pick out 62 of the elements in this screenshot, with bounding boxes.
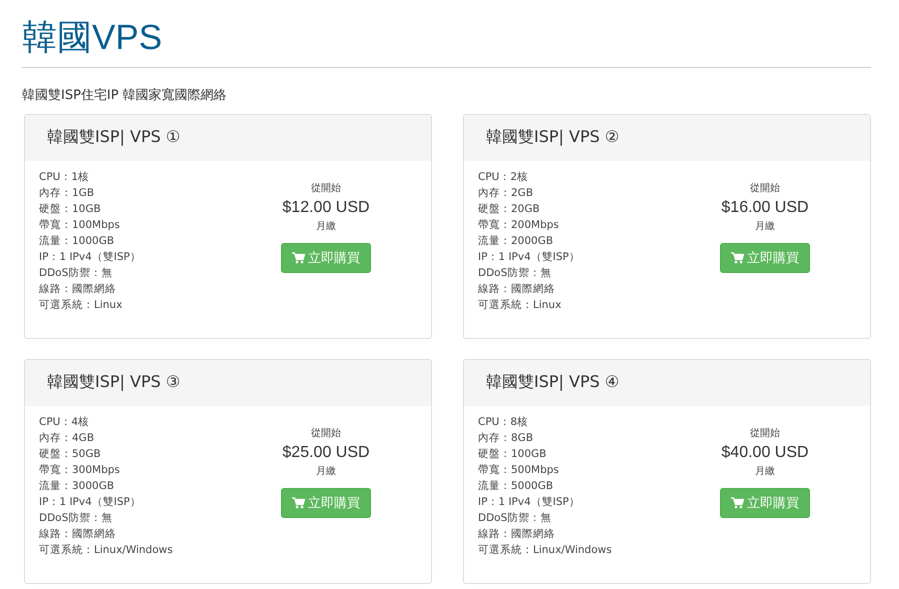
cart-icon [731,252,744,264]
spec-line: 流量：3000GB [39,479,116,494]
cart-icon [292,252,305,264]
price-label: 從開始 [750,427,780,441]
spec-line: DDoS防禦：無 [478,511,552,526]
spec-line: 帶寬：300Mbps [39,463,121,478]
order-button[interactable]: 立即購買 [720,488,810,518]
spec-line: 內存：4GB [39,431,96,446]
spec-line: 線路：國際網絡 [39,527,117,542]
product-title: 韓國雙ISP| VPS ③ [25,360,431,406]
order-button[interactable]: 立即購買 [720,243,810,273]
price: $40.00 USD [721,443,809,463]
spec-line: 流量：5000GB [478,479,554,494]
order-button[interactable]: 立即購買 [281,488,371,518]
spec-line: CPU：1核 [39,170,90,185]
spec-line: DDoS防禦：無 [39,511,114,526]
spec-line: 內存：2GB [478,186,534,201]
spec-line: 可選系統：Linux [39,298,124,313]
product-title: 韓國雙ISP| VPS ④ [464,360,870,406]
billing-cycle: 月繳 [316,465,336,479]
spec-line: 帶寬：500Mbps [478,463,560,478]
spec-line: CPU：2核 [478,170,530,185]
page-subtitle: 韓國雙ISP住宅IP 韓國家寬國際網絡 [22,87,228,104]
spec-line: IP：1 IPv4（雙ISP） [39,495,142,510]
spec-line: IP：1 IPv4（雙ISP） [478,250,581,265]
spec-line: DDoS防禦：無 [39,266,114,281]
spec-line: 硬盤：50GB [39,447,102,462]
spec-line: 線路：國際網絡 [39,282,117,297]
order-button[interactable]: 立即購買 [281,243,371,273]
price-label: 從開始 [311,427,341,441]
spec-line: IP：1 IPv4（雙ISP） [39,250,142,265]
price: $12.00 USD [282,198,370,218]
spec-line: 線路：國際網絡 [478,527,556,542]
spec-line: 線路：國際網絡 [478,282,556,297]
product-title: 韓國雙ISP| VPS ② [464,115,870,161]
spec-line: IP：1 IPv4（雙ISP） [478,495,581,510]
spec-line: 帶寬：200Mbps [478,218,560,233]
spec-line: 流量：1000GB [39,234,116,249]
spec-line: 可選系統：Linux/Windows [478,543,613,558]
spec-line: 內存：8GB [478,431,534,446]
cart-icon [292,497,305,509]
price-label: 從開始 [311,182,341,196]
billing-cycle: 月繳 [316,220,336,234]
spec-line: 流量：2000GB [478,234,554,249]
cart-icon [731,497,744,509]
spec-line: 硬盤：100GB [478,447,548,462]
spec-line: 內存：1GB [39,186,96,201]
product-title: 韓國雙ISP| VPS ① [25,115,431,161]
billing-cycle: 月繳 [755,220,775,234]
spec-line: 可選系統：Linux [478,298,562,313]
spec-line: CPU：8核 [478,415,530,430]
spec-line: CPU：4核 [39,415,90,430]
spec-line: 帶寬：100Mbps [39,218,121,233]
price-label: 從開始 [750,182,780,196]
spec-line: 可選系統：Linux/Windows [39,543,174,558]
page-title: 韓國VPS [22,14,871,68]
spec-line: 硬盤：10GB [39,202,102,217]
price: $25.00 USD [282,443,370,463]
billing-cycle: 月繳 [755,465,775,479]
spec-line: 硬盤：20GB [478,202,541,217]
spec-line: DDoS防禦：無 [478,266,552,281]
price: $16.00 USD [721,198,809,218]
